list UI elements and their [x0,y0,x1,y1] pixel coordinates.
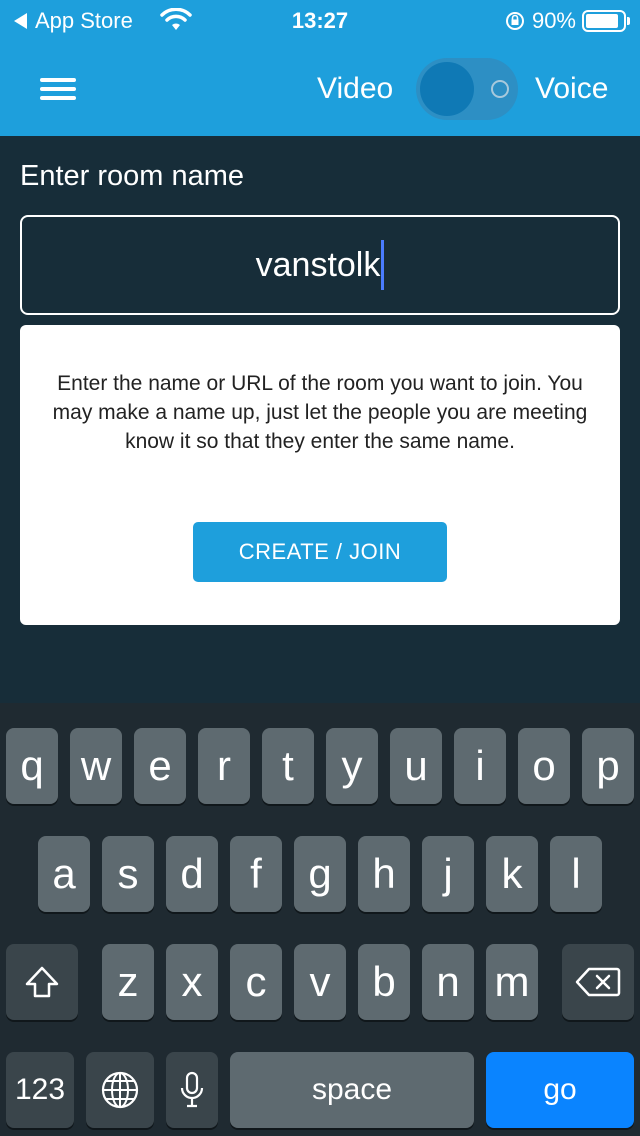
shift-icon [25,966,59,998]
battery-percent: 90% [531,8,576,33]
key-q[interactable]: q [6,728,58,804]
battery-icon [582,10,630,32]
join-description: Enter the name or URL of the room you wa… [52,372,588,453]
key-e[interactable]: e [134,728,186,804]
key-v[interactable]: v [294,944,346,1020]
video-voice-toggle[interactable] [416,58,518,120]
key-o[interactable]: o [518,728,570,804]
space-key[interactable]: space [230,1052,474,1128]
key-h[interactable]: h [358,836,410,912]
key-n[interactable]: n [422,944,474,1020]
key-k[interactable]: k [486,836,538,912]
key-j[interactable]: j [422,836,474,912]
room-name-label: Enter room name [20,160,245,192]
text-caret [381,240,385,290]
create-join-button[interactable]: CREATE / JOIN [193,522,447,582]
key-r[interactable]: r [198,728,250,804]
backspace-icon [575,967,621,997]
key-a[interactable]: a [38,836,90,912]
hamburger-icon [40,78,76,82]
orientation-lock-icon [505,12,524,30]
key-b[interactable]: b [358,944,410,1020]
room-name-input[interactable]: vanstolk [20,215,620,315]
key-m[interactable]: m [486,944,538,1020]
key-l[interactable]: l [550,836,602,912]
microphone-icon [180,1071,204,1108]
key-y[interactable]: y [326,728,378,804]
onscreen-keyboard: qwertyuiop asdfghjkl zxcvbnm 123 space g… [0,703,640,1136]
key-x[interactable]: x [166,944,218,1020]
app-header: App Store 13:27 90% Video Voice [0,0,640,136]
globe-key[interactable] [86,1052,154,1128]
room-name-value: vanstolk [255,245,381,284]
globe-icon [101,1071,139,1109]
key-c[interactable]: c [230,944,282,1020]
key-z[interactable]: z [102,944,154,1020]
numbers-key[interactable]: 123 [6,1052,74,1128]
mode-video-label: Video [317,72,394,105]
backspace-key[interactable] [562,944,634,1020]
key-f[interactable]: f [230,836,282,912]
key-i[interactable]: i [454,728,506,804]
mode-voice-label: Voice [535,72,609,105]
toggle-knob [420,62,474,116]
key-p[interactable]: p [582,728,634,804]
key-w[interactable]: w [70,728,122,804]
dictation-key[interactable] [166,1052,218,1128]
shift-key[interactable] [6,944,78,1020]
go-key[interactable]: go [486,1052,634,1128]
key-g[interactable]: g [294,836,346,912]
key-s[interactable]: s [102,836,154,912]
key-t[interactable]: t [262,728,314,804]
toggle-off-indicator-icon [491,80,509,98]
join-card: Enter the name or URL of the room you wa… [20,325,620,625]
key-d[interactable]: d [166,836,218,912]
key-u[interactable]: u [390,728,442,804]
status-bar: App Store 13:27 90% [0,0,640,42]
menu-button[interactable] [40,78,76,100]
